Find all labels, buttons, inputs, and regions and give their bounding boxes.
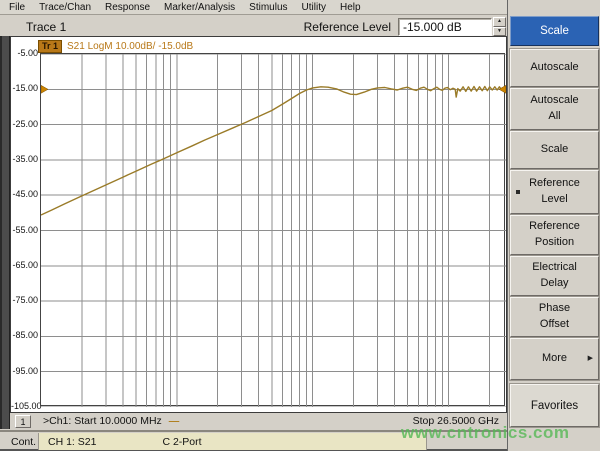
- submenu-arrow-icon: ▶: [588, 354, 593, 364]
- watermark: www.cntronics.com: [401, 423, 569, 443]
- calibration-status: C 2-Port: [162, 436, 201, 448]
- y-tick: -25.00: [11, 119, 38, 129]
- softkey-favorites[interactable]: Favorites: [510, 384, 599, 427]
- reference-level-input[interactable]: -15.000 dB: [398, 18, 492, 36]
- softkey-reference-position[interactable]: Reference Position: [510, 215, 599, 255]
- plot-grid: [40, 53, 505, 406]
- softkey-scale[interactable]: Scale: [510, 131, 599, 169]
- softkey-autoscale-all[interactable]: Autoscale All: [510, 88, 599, 130]
- menu-marker-analysis[interactable]: Marker/Analysis: [164, 2, 235, 13]
- softkey-more[interactable]: More ▶: [510, 338, 599, 380]
- menu-trace-chan[interactable]: Trace/Chan: [39, 2, 91, 13]
- sweep-status: Cont.: [11, 436, 36, 448]
- spinner-up-icon[interactable]: ▲: [493, 17, 506, 27]
- softkey-more-label: More: [542, 351, 567, 367]
- toolbar: Trace 1 Reference Level -15.000 dB ▲ ▼: [0, 16, 506, 37]
- menu-stimulus[interactable]: Stimulus: [249, 2, 287, 13]
- softkey-sidebar: Scale Autoscale Autoscale All Scale Refe…: [507, 0, 600, 451]
- softkey-reference-level-label: Reference Level: [529, 176, 580, 208]
- y-tick: -75.00: [11, 295, 38, 305]
- y-tick: -35.00: [11, 154, 38, 164]
- menu-help[interactable]: Help: [340, 2, 361, 13]
- spinner-down-icon[interactable]: ▼: [493, 27, 506, 37]
- softkey-phase-offset[interactable]: Phase Offset: [510, 297, 599, 337]
- y-tick: -95.00: [11, 366, 38, 376]
- softkey-electrical-delay[interactable]: Electrical Delay: [510, 256, 599, 296]
- y-tick: -65.00: [11, 260, 38, 270]
- trace-color-dash-icon: —: [169, 415, 180, 427]
- menu-file[interactable]: File: [9, 2, 25, 13]
- start-frequency-label: >Ch1: Start 10.0000 MHz: [43, 415, 162, 427]
- y-tick: -45.00: [11, 189, 38, 199]
- plot-panel: Tr 1 S21 LogM 10.00dB/ -15.0dB -5.00 -15…: [10, 36, 507, 413]
- y-tick: -85.00: [11, 330, 38, 340]
- channel1-badge[interactable]: 1: [15, 415, 31, 428]
- y-tick: -15.00: [11, 83, 38, 93]
- reference-level-stepper: ▲ ▼: [493, 17, 506, 36]
- reference-level-label: Reference Level: [304, 20, 391, 34]
- plot-left-edge: [0, 36, 10, 429]
- softkey-autoscale[interactable]: Autoscale: [510, 49, 599, 87]
- trace1-badge[interactable]: Tr 1: [38, 40, 62, 53]
- trace-legend: Tr 1 S21 LogM 10.00dB/ -15.0dB: [38, 40, 193, 53]
- selected-dot-icon: [516, 190, 520, 194]
- y-tick: -55.00: [11, 225, 38, 235]
- active-channel-status: CH 1: S21: [48, 436, 96, 448]
- y-tick: -105.00: [11, 401, 38, 411]
- trace1-legend-text: S21 LogM 10.00dB/ -15.0dB: [67, 41, 193, 52]
- status-middle-segment: CH 1: S21 C 2-Port: [38, 433, 427, 450]
- trace-title: Trace 1: [26, 20, 66, 34]
- s21-trace-chart: [41, 54, 506, 407]
- softkey-menu-title[interactable]: Scale: [510, 16, 599, 46]
- y-tick: -5.00: [11, 48, 38, 58]
- softkey-list: Autoscale Autoscale All Scale Reference …: [510, 49, 599, 381]
- menu-response[interactable]: Response: [105, 2, 150, 13]
- softkey-reference-level[interactable]: Reference Level: [510, 170, 599, 214]
- menu-utility[interactable]: Utility: [302, 2, 326, 13]
